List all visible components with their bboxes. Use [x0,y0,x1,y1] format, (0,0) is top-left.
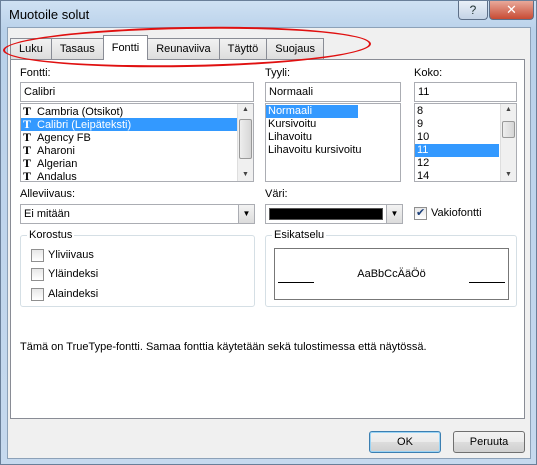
font-name-input[interactable]: Calibri [20,82,254,102]
title-bar[interactable]: Muotoile solut ? ✕ [1,1,537,27]
tab-fontti[interactable]: Fontti [102,35,149,60]
tab-reunaviiva[interactable]: Reunaviiva [147,38,220,60]
chevron-down-icon[interactable]: ▼ [238,205,254,223]
truetype-info-text: Tämä on TrueType-fontti. Samaa fonttia k… [20,341,427,353]
font-item-label: Cambria (Otsikot) [37,106,124,118]
preview-title: Esikatselu [272,229,327,241]
subscript-label: Alaindeksi [48,288,99,300]
list-item[interactable]: Lihavoitu [266,131,400,144]
size-list-scrollbar[interactable]: ▲ ▼ [500,104,516,181]
superscript-checkbox[interactable] [31,268,44,281]
strikethrough-label: Yliviivaus [48,249,94,261]
baseline-right [469,282,505,283]
underline-value: Ei mitään [24,208,70,220]
subscript-checkbox[interactable] [31,288,44,301]
list-item[interactable]: T Andalus [21,170,253,182]
font-list-scrollbar[interactable]: ▲ ▼ [237,104,253,181]
close-icon: ✕ [506,2,517,17]
style-label: Tyyli: [265,67,291,79]
strikethrough-checkbox[interactable] [31,249,44,262]
dialog-title: Muotoile solut [9,7,90,22]
help-button[interactable]: ? [458,1,488,20]
font-item-label: Aharoni [37,145,75,157]
list-item[interactable]: Kursivoitu [266,118,400,131]
truetype-font-icon: T [23,169,32,182]
color-select[interactable]: ▼ [265,204,403,224]
scroll-up-icon[interactable]: ▲ [238,104,253,116]
list-item[interactable]: 11 [415,144,499,157]
size-label: Koko: [414,67,443,79]
preview-sample-text: AaBbCcÄäÖö [357,268,426,280]
font-listbox[interactable]: T Cambria (Otsikot) T Calibri (Leipäteksti… [20,103,254,182]
scroll-thumb[interactable] [239,119,252,159]
scroll-down-icon[interactable]: ▼ [238,169,253,181]
style-listbox[interactable]: Normaali Kursivoitu Lihavoitu Lihavoitu … [265,103,401,182]
scroll-down-icon[interactable]: ▼ [501,169,516,181]
list-item[interactable]: T Algerian [21,157,253,171]
font-item-label: Calibri (Leipäteksti) [37,119,132,131]
tab-tasaus[interactable]: Tasaus [50,38,104,60]
underline-select[interactable]: Ei mitään ▼ [20,204,255,224]
ok-button[interactable]: OK [369,431,441,453]
list-item[interactable]: T Cambria (Otsikot) [21,105,253,119]
scroll-up-icon[interactable]: ▲ [501,104,516,116]
superscript-label: Yläindeksi [48,268,99,280]
size-input[interactable]: 11 [414,82,517,102]
style-input[interactable]: Normaali [265,82,401,102]
color-label: Väri: [265,188,288,200]
tab-luku[interactable]: Luku [10,38,52,60]
tab-taytto[interactable]: Täyttö [218,38,268,60]
size-listbox[interactable]: 8 9 10 11 12 14 ▲ ▼ [414,103,517,182]
list-item[interactable]: Normaali [266,105,358,118]
effects-title: Korostus [27,229,75,241]
list-item[interactable]: T Aharoni [21,144,253,158]
list-item[interactable]: Lihavoitu kursivoitu [266,144,400,157]
font-label: Fontti: [20,67,51,79]
font-item-label: Andalus [37,171,77,182]
close-button[interactable]: ✕ [489,1,534,20]
cancel-button[interactable]: Peruuta [453,431,525,453]
normal-font-checkbox[interactable] [414,206,427,220]
baseline-left [278,282,314,283]
tab-strip: Luku Tasaus Fontti Reunaviiva Täyttö Suo… [10,35,324,60]
underline-label: Alleviivaus: [20,188,76,200]
help-icon: ? [469,3,477,17]
chevron-down-icon[interactable]: ▼ [386,205,402,223]
tab-suojaus[interactable]: Suojaus [266,38,324,60]
normal-font-label: Vakiofontti [431,207,482,219]
font-item-label: Algerian [37,158,78,170]
list-item[interactable]: T Agency FB [21,131,253,145]
scroll-thumb[interactable] [502,121,515,138]
font-item-label: Agency FB [37,132,91,144]
color-swatch [269,208,383,220]
font-preview-box: AaBbCcÄäÖö [274,248,509,300]
list-item[interactable]: T Calibri (Leipäteksti) [21,118,237,131]
